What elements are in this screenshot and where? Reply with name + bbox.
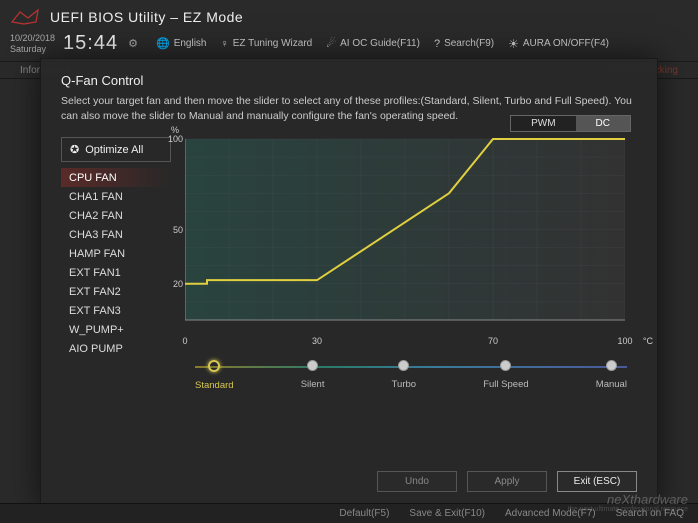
bulb-icon: ♀ bbox=[221, 38, 229, 50]
fan-item-cpu-fan[interactable]: CPU FAN bbox=[61, 168, 171, 187]
profile-label: Silent bbox=[301, 379, 325, 390]
qfan-modal: Q-Fan Control Select your target fan and… bbox=[40, 58, 658, 507]
profile-dot bbox=[500, 360, 511, 371]
nav-oc-label: AI OC Guide(F11) bbox=[340, 38, 420, 49]
optimize-icon: ✪ bbox=[70, 143, 79, 156]
undo-button[interactable]: Undo bbox=[377, 471, 457, 492]
profile-label: Turbo bbox=[392, 379, 416, 390]
mode-toggle: PWM DC bbox=[510, 115, 631, 132]
xtick: 0 bbox=[182, 336, 187, 346]
globe-icon: 🌐 bbox=[156, 37, 170, 50]
lightning-icon: ☄ bbox=[326, 37, 336, 50]
gear-icon[interactable]: ⚙ bbox=[128, 37, 138, 50]
clock-time: 15:44 bbox=[63, 32, 118, 55]
x-axis-unit: °C bbox=[643, 336, 653, 346]
day-text: Saturday bbox=[10, 44, 55, 55]
xtick: 100 bbox=[617, 336, 632, 346]
modal-title: Q-Fan Control bbox=[61, 73, 637, 88]
ytick: 50 bbox=[167, 225, 183, 235]
optimize-all-label: Optimize All bbox=[85, 144, 143, 156]
apply-button[interactable]: Apply bbox=[467, 471, 547, 492]
date-text: 10/20/2018 bbox=[10, 33, 55, 44]
footer-advanced[interactable]: Advanced Mode(F7) bbox=[505, 508, 596, 519]
nav-aura-label: AURA ON/OFF(F4) bbox=[523, 38, 609, 49]
nav-aura[interactable]: ☀ AURA ON/OFF(F4) bbox=[508, 37, 609, 51]
nav-wizard[interactable]: ♀ EZ Tuning Wizard bbox=[221, 38, 313, 50]
ytick: 100 bbox=[167, 134, 183, 144]
fan-item-ext-fan3[interactable]: EXT FAN3 bbox=[61, 301, 171, 320]
nav-language-label: English bbox=[174, 38, 207, 49]
profile-dot bbox=[398, 360, 409, 371]
fan-item-cha2-fan[interactable]: CHA2 FAN bbox=[61, 206, 171, 225]
date-block: 10/20/2018 Saturday bbox=[10, 33, 55, 55]
profile-standard[interactable]: Standard bbox=[195, 360, 234, 391]
fan-item-ext-fan1[interactable]: EXT FAN1 bbox=[61, 263, 171, 282]
fan-item-w-pump-[interactable]: W_PUMP+ bbox=[61, 320, 171, 339]
nav-oc-guide[interactable]: ☄ AI OC Guide(F11) bbox=[326, 37, 420, 50]
fan-item-cha3-fan[interactable]: CHA3 FAN bbox=[61, 225, 171, 244]
fan-list: ✪ Optimize All CPU FANCHA1 FANCHA2 FANCH… bbox=[61, 137, 171, 394]
profile-silent[interactable]: Silent bbox=[301, 360, 325, 391]
profile-label: Standard bbox=[195, 380, 234, 391]
fan-item-hamp-fan[interactable]: HAMP FAN bbox=[61, 244, 171, 263]
fan-curve-chart[interactable]: % °C 205010003070100 bbox=[185, 137, 637, 332]
optimize-all-button[interactable]: ✪ Optimize All bbox=[61, 137, 171, 162]
profile-dot bbox=[307, 360, 318, 371]
profile-full-speed[interactable]: Full Speed bbox=[483, 360, 528, 391]
exit-button[interactable]: Exit (ESC) bbox=[557, 471, 637, 492]
fan-item-ext-fan2[interactable]: EXT FAN2 bbox=[61, 282, 171, 301]
footer-faq[interactable]: Search on FAQ bbox=[616, 508, 684, 519]
nav-language[interactable]: 🌐 English bbox=[156, 37, 207, 50]
nav-wizard-label: EZ Tuning Wizard bbox=[233, 38, 312, 49]
footer-default[interactable]: Default(F5) bbox=[339, 508, 389, 519]
fan-item-cha1-fan[interactable]: CHA1 FAN bbox=[61, 187, 171, 206]
fan-item-aio-pump[interactable]: AIO PUMP bbox=[61, 339, 171, 358]
profile-label: Manual bbox=[596, 379, 627, 390]
xtick: 30 bbox=[312, 336, 322, 346]
nav-search-label: Search(F9) bbox=[444, 38, 494, 49]
xtick: 70 bbox=[488, 336, 498, 346]
search-icon: ? bbox=[434, 38, 440, 50]
nav-search[interactable]: ? Search(F9) bbox=[434, 38, 494, 50]
rog-logo bbox=[10, 6, 40, 28]
profile-turbo[interactable]: Turbo bbox=[392, 360, 416, 391]
profile-dot bbox=[606, 360, 617, 371]
profile-label: Full Speed bbox=[483, 379, 528, 390]
ytick: 20 bbox=[167, 279, 183, 289]
app-title: UEFI BIOS Utility – EZ Mode bbox=[50, 9, 243, 25]
mode-dc[interactable]: DC bbox=[576, 116, 630, 131]
profile-manual[interactable]: Manual bbox=[596, 360, 627, 391]
footer-save[interactable]: Save & Exit(F10) bbox=[409, 508, 485, 519]
mode-pwm[interactable]: PWM bbox=[511, 116, 575, 131]
profile-slider[interactable]: Standard Silent Turbo Full Speed Manual bbox=[185, 360, 637, 394]
profile-dot bbox=[208, 360, 220, 372]
aura-icon: ☀ bbox=[508, 37, 519, 51]
